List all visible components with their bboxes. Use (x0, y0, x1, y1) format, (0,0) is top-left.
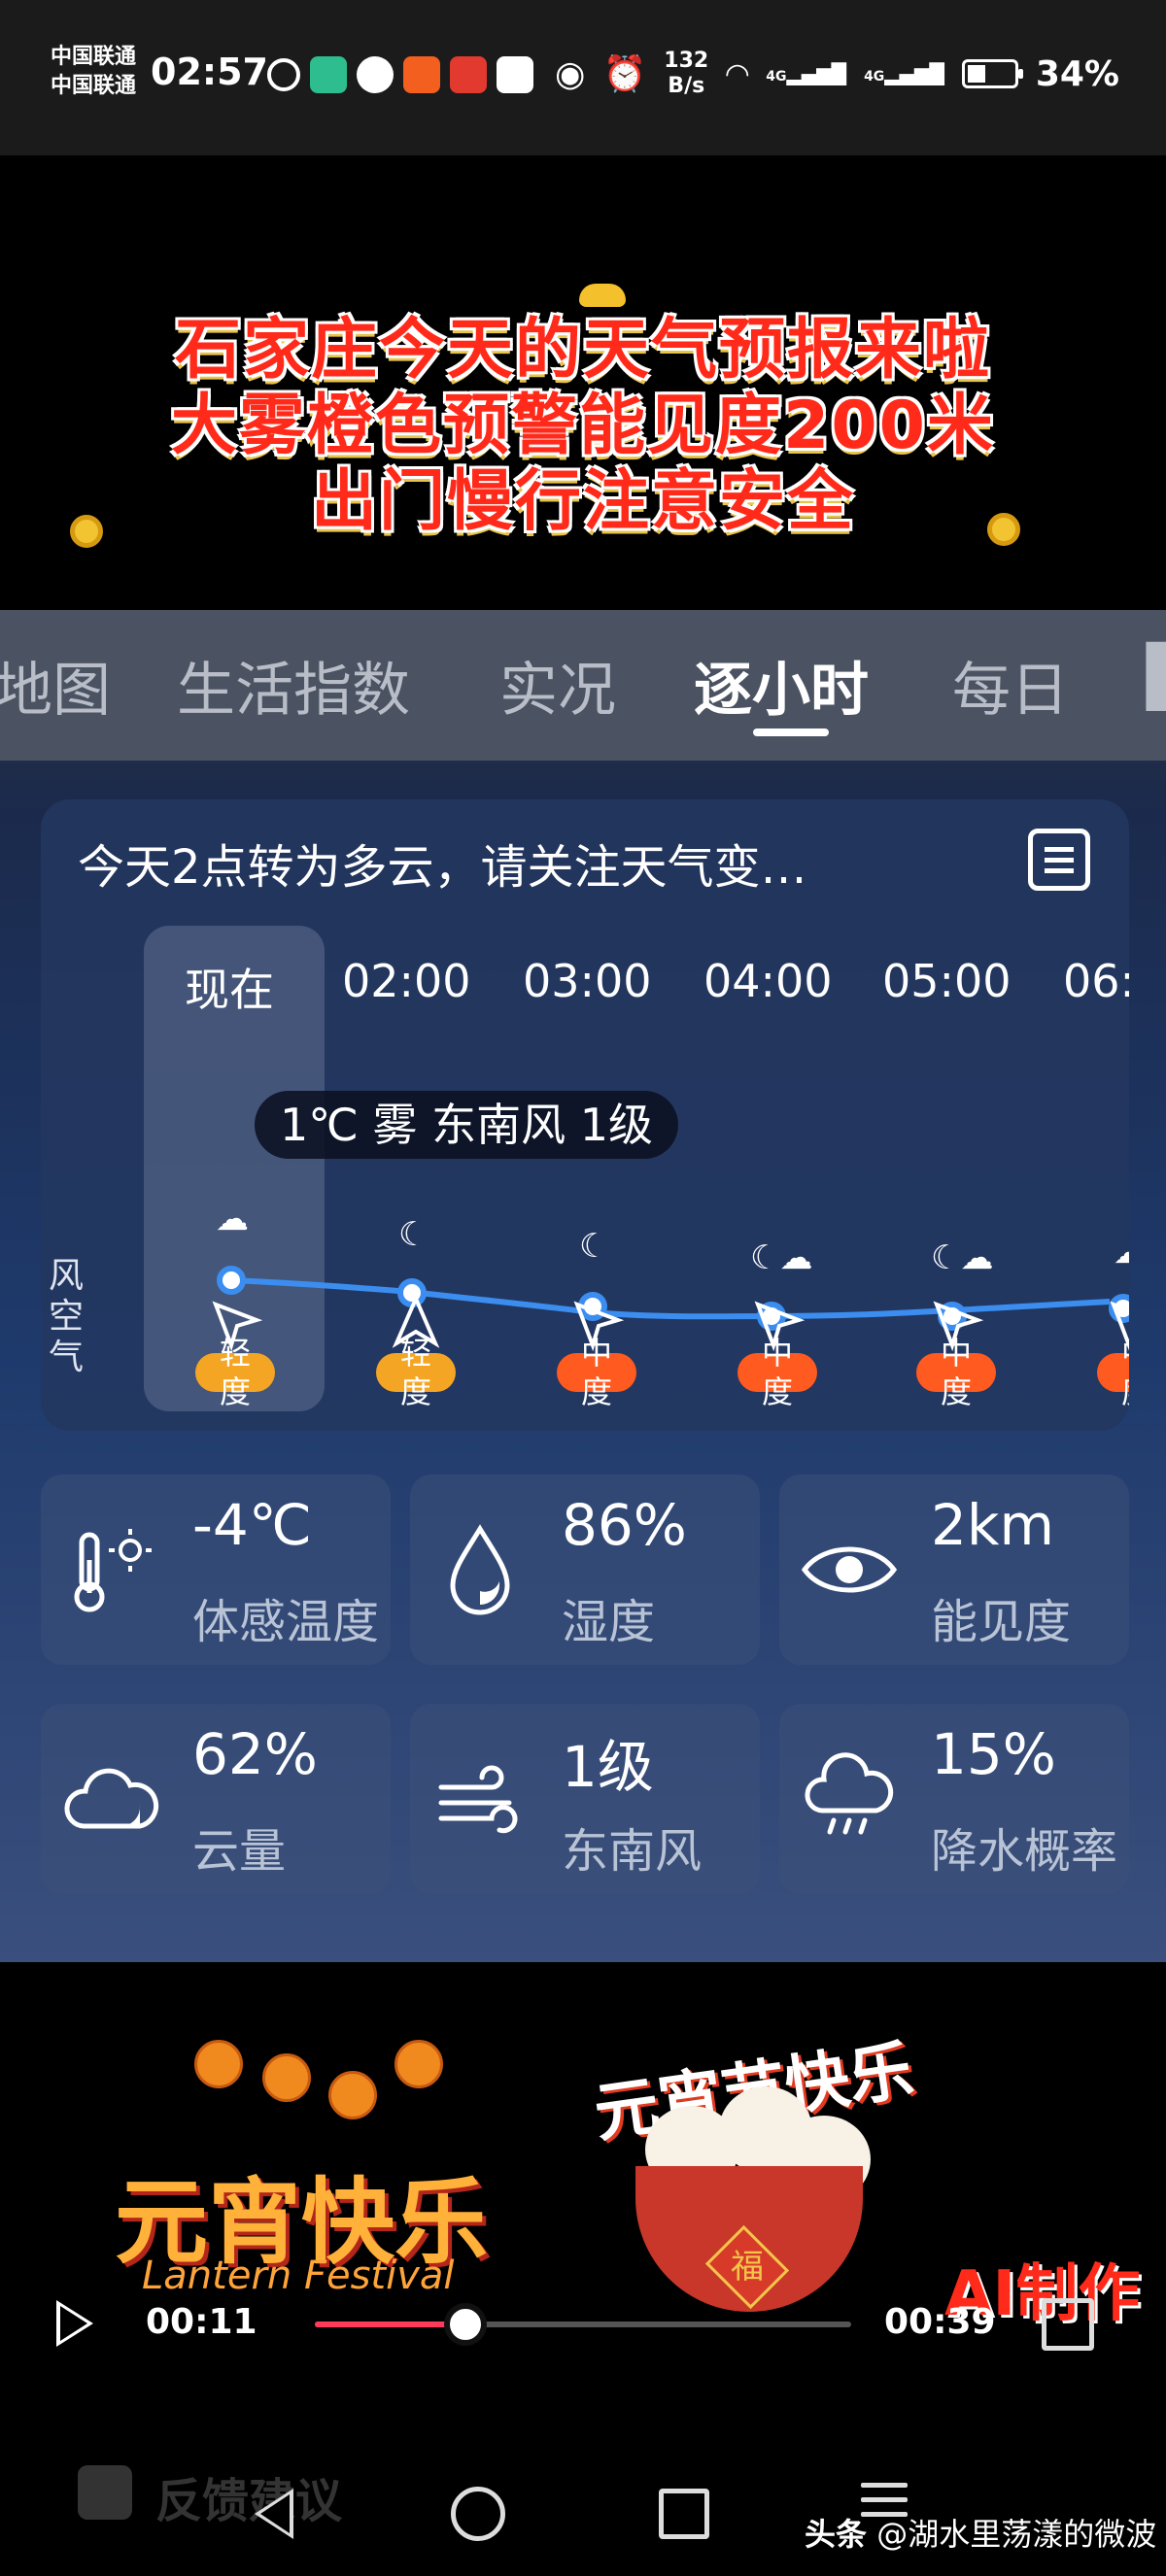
weather-alert-banner: 石家庄今天的天气预报来啦 大雾橙色预警能见度200米 出门慢行注意安全 (0, 254, 1166, 610)
source-watermark: 头条 @湖水里荡漾的微波 (805, 2510, 1156, 2555)
seek-progress (315, 2322, 465, 2327)
recents-nav-icon[interactable] (659, 2489, 709, 2539)
shop-app-icon (403, 56, 440, 93)
signal-2-icon: 4G▂▄▆█ (864, 62, 944, 85)
eye-comfort-icon: ◉ (555, 53, 586, 94)
battery-percent: 34% (1035, 53, 1119, 94)
wind-icon (438, 1765, 518, 1834)
battery-fill (967, 65, 985, 83)
tab-bar: 地图 生活指数 实况 逐小时 每日 ▌ (0, 610, 1166, 761)
cloud-cover-label: 云量 (192, 1824, 287, 1879)
wind-row-label: 风 (49, 1256, 85, 1296)
thermometer-sun-icon (74, 1529, 152, 1612)
precipitation-tile[interactable]: 15% 降水概率 (779, 1704, 1129, 1894)
feedback-icon[interactable] (78, 2465, 132, 2520)
tab-overflow[interactable]: ▌ (1147, 643, 1166, 711)
battery-icon (961, 59, 1023, 88)
wind-tile[interactable]: 1级 东南风 (410, 1704, 760, 1894)
toutiao-app-icon (450, 56, 487, 93)
moon-cloud-icon: ☾ (398, 1215, 429, 1254)
banner-line-1: 石家庄今天的天气预报来啦 (174, 312, 991, 389)
carrier-1: 中国联通 (51, 45, 137, 69)
moon-cloud-icon: ☾☁ (931, 1238, 994, 1277)
net-speed: 132 B/s (664, 49, 709, 98)
home-nav-icon[interactable] (451, 2487, 505, 2541)
watermark-source: 头条 (805, 2516, 868, 2553)
carrier-labels: 中国联通 中国联通 (51, 43, 136, 101)
weather-app: 地图 生活指数 实况 逐小时 每日 ▌ 今天2点转为多云，请关注天气变… 现在 … (0, 610, 1166, 1962)
current-time: 00:11 (146, 2302, 257, 2342)
back-nav-icon[interactable] (255, 2489, 293, 2539)
fullscreen-icon[interactable] (1042, 2298, 1094, 2351)
precipitation-label: 降水概率 (931, 1824, 1118, 1879)
humidity-label: 湿度 (562, 1595, 656, 1649)
notification-icons (267, 56, 533, 93)
hourly-forecast-card: 今天2点转为多云，请关注天气变… 现在 02:00 03:00 04:00 05… (41, 799, 1129, 1431)
air-quality-level: 中度 (940, 1335, 972, 1410)
visibility-label: 能见度 (931, 1595, 1072, 1649)
tab-underline (753, 729, 829, 736)
wifi-icon: ◠ (726, 56, 749, 91)
play-icon[interactable] (56, 2300, 93, 2347)
cloud-cover-value: 62% (192, 1721, 318, 1787)
smiley-lantern-icon (394, 2040, 443, 2088)
coin-icon (987, 513, 1020, 546)
tab-map[interactable]: 地图 (0, 643, 111, 728)
tab-life-index[interactable]: 生活指数 (177, 643, 410, 728)
tab-daily[interactable]: 每日 (952, 643, 1069, 728)
status-clock: 02:57 (151, 51, 268, 93)
coin-icon (70, 515, 103, 548)
moon-cloud-icon: ☾ (579, 1227, 609, 1266)
message-icon (497, 56, 533, 93)
visibility-value: 2km (931, 1492, 1054, 1558)
air-quality-level: 轻度 (219, 1335, 251, 1410)
seek-thumb[interactable] (443, 2303, 487, 2346)
air-quality-level: 轻度 (399, 1335, 431, 1410)
wind-level-value: 1级 (562, 1734, 654, 1800)
alarm-icon: ⏰ (602, 54, 647, 94)
video-player-controls: 00:11 00:39 (0, 2290, 1166, 2358)
chat-icon (357, 56, 394, 93)
air-quality-level: 中度 (580, 1335, 612, 1410)
banner-line-2: 大雾橙色预警能见度200米 (171, 388, 995, 464)
carrier-2: 中国联通 (51, 74, 137, 98)
feels-like-value: -4℃ (192, 1492, 312, 1558)
moon-cloud-icon: ☾☁ (750, 1238, 813, 1277)
total-time: 00:39 (884, 2302, 996, 2342)
humidity-tile[interactable]: 86% 湿度 (410, 1474, 760, 1665)
smiley-lantern-icon (194, 2040, 243, 2088)
precipitation-value: 15% (931, 1721, 1056, 1787)
smiley-lantern-icon (328, 2071, 377, 2119)
cloud-cover-tile[interactable]: 62% 云量 (41, 1704, 391, 1894)
eye-icon (801, 1546, 898, 1593)
seek-bar[interactable] (315, 2303, 851, 2346)
air-quality-level: 中度 (1117, 1334, 1129, 1411)
status-right: ◉ ⏰ 132 B/s ◠ 4G▂▄▆█ 4G▂▄▆█ 34% (555, 49, 1119, 99)
app-notification-icon (310, 56, 347, 93)
visibility-tile[interactable]: 2km 能见度 (779, 1474, 1129, 1665)
droplet-icon (450, 1524, 510, 1615)
air-quality-level: 中度 (761, 1335, 793, 1410)
tab-live[interactable]: 实况 (499, 643, 616, 728)
signal-1-icon: 4G▂▄▆█ (766, 62, 847, 85)
banner-text: 石家庄今天的天气预报来啦 大雾橙色预警能见度200米 出门慢行注意安全 (0, 313, 1166, 540)
wind-direction-label: 东南风 (562, 1824, 703, 1879)
rain-cloud-icon (805, 1752, 894, 1835)
vpn-icon (267, 58, 300, 91)
feels-like-tile[interactable]: -4℃ 体感温度 (41, 1474, 391, 1665)
feels-like-label: 体感温度 (192, 1595, 380, 1649)
cloud-icon (64, 1768, 159, 1829)
smiley-lantern-icon (262, 2053, 311, 2102)
temp-point (217, 1266, 246, 1295)
tab-hourly[interactable]: 逐小时 (694, 643, 869, 728)
air-quality-row-label: 空气 (49, 1297, 85, 1377)
current-conditions-tooltip: 1℃ 雾 东南风 1级 (255, 1091, 679, 1159)
watermark-author: @湖水里荡漾的微波 (876, 2516, 1157, 2553)
moon-cloud-icon: ☁ (1114, 1233, 1129, 1271)
status-bar: 中国联通 中国联通 02:57 ◉ ⏰ 132 B/s ◠ 4G▂▄▆█ 4G▂… (0, 0, 1166, 155)
gold-ingot-icon (579, 284, 626, 307)
feedback-link[interactable]: 反馈建议 (155, 2462, 342, 2530)
fog-cloud-icon: ☁ (216, 1200, 249, 1238)
humidity-value: 86% (562, 1492, 687, 1558)
